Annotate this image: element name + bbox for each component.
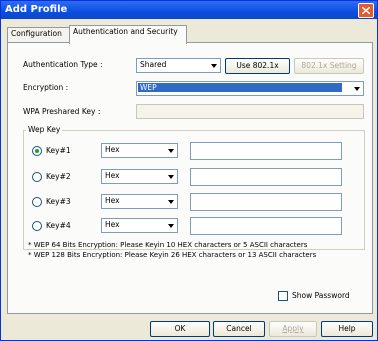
add-profile-window: Add Profile Configuration Authentication… (0, 0, 378, 341)
key1-input[interactable] (190, 142, 342, 160)
key2-radio[interactable] (32, 172, 42, 182)
close-icon (362, 7, 370, 14)
dropdown-arrow-icon (165, 145, 176, 156)
authentication-security-panel: Authentication Type : Shared Use 802.1x … (7, 42, 373, 314)
dropdown-arrow-icon (208, 60, 219, 71)
tab-authentication-security[interactable]: Authentication and Security (69, 25, 187, 44)
key1-label: Key#1 (46, 146, 71, 155)
dropdown-arrow-icon (351, 83, 362, 94)
tab-configuration-label: Configuration (11, 29, 62, 38)
authentication-type-value: Shared (140, 60, 167, 69)
tab-configuration[interactable]: Configuration (7, 27, 73, 43)
radio-selected-dot (35, 149, 39, 153)
encryption-value: WEP (138, 83, 342, 92)
key3-format-value: Hex (105, 196, 120, 205)
8021x-setting-label: 802.1x Setting (301, 61, 357, 70)
key3-radio[interactable] (32, 197, 42, 207)
key2-input[interactable] (190, 168, 342, 186)
cancel-label: Cancel (226, 324, 252, 333)
key3-format-select[interactable]: Hex (101, 194, 178, 209)
wpa-preshared-key-input[interactable] (136, 104, 364, 119)
show-password-checkbox[interactable] (278, 291, 288, 301)
tab-authentication-security-label: Authentication and Security (73, 27, 178, 36)
key3-label: Key#3 (46, 197, 71, 206)
wpa-preshared-key-label: WPA Preshared Key : (23, 107, 101, 116)
ok-label: OK (174, 324, 186, 333)
help-button[interactable]: Help (321, 321, 373, 337)
encryption-label: Encryption : (23, 83, 69, 92)
key2-label: Key#2 (46, 172, 71, 181)
key2-format-select[interactable]: Hex (101, 169, 178, 184)
close-button[interactable] (358, 3, 374, 18)
key4-format-value: Hex (105, 220, 120, 229)
key1-format-value: Hex (105, 145, 120, 154)
encryption-select[interactable]: WEP (136, 81, 364, 96)
key2-format-value: Hex (105, 171, 120, 180)
key4-input[interactable] (190, 217, 342, 235)
ok-button[interactable]: OK (150, 321, 210, 337)
wep-key-group-label: Wep Key (26, 125, 63, 134)
dropdown-arrow-icon (165, 220, 176, 231)
dropdown-arrow-icon (165, 196, 176, 207)
show-password-label: Show Password (292, 291, 350, 300)
title-bar[interactable]: Add Profile (1, 1, 377, 19)
apply-label: Apply (282, 324, 304, 333)
key4-format-select[interactable]: Hex (101, 218, 178, 233)
apply-button[interactable]: Apply (269, 321, 317, 337)
use-8021x-button[interactable]: Use 802.1x (225, 58, 290, 74)
8021x-setting-button[interactable]: 802.1x Setting (294, 58, 364, 74)
key1-format-select[interactable]: Hex (101, 143, 178, 158)
use-8021x-label: Use 802.1x (236, 61, 279, 70)
window-title: Add Profile (5, 4, 68, 15)
key1-radio[interactable] (32, 146, 42, 156)
authentication-type-select[interactable]: Shared (136, 58, 221, 73)
key4-label: Key#4 (46, 221, 71, 230)
authentication-type-label: Authentication Type : (23, 60, 103, 69)
help-label: Help (338, 324, 356, 333)
cancel-button[interactable]: Cancel (213, 321, 265, 337)
wep128-note: * WEP 128 Bits Encryption: Please Keyin … (28, 251, 317, 259)
key3-input[interactable] (190, 193, 342, 211)
dropdown-arrow-icon (165, 171, 176, 182)
wep64-note: * WEP 64 Bits Encryption: Please Keyin 1… (28, 241, 308, 249)
key4-radio[interactable] (32, 221, 42, 231)
